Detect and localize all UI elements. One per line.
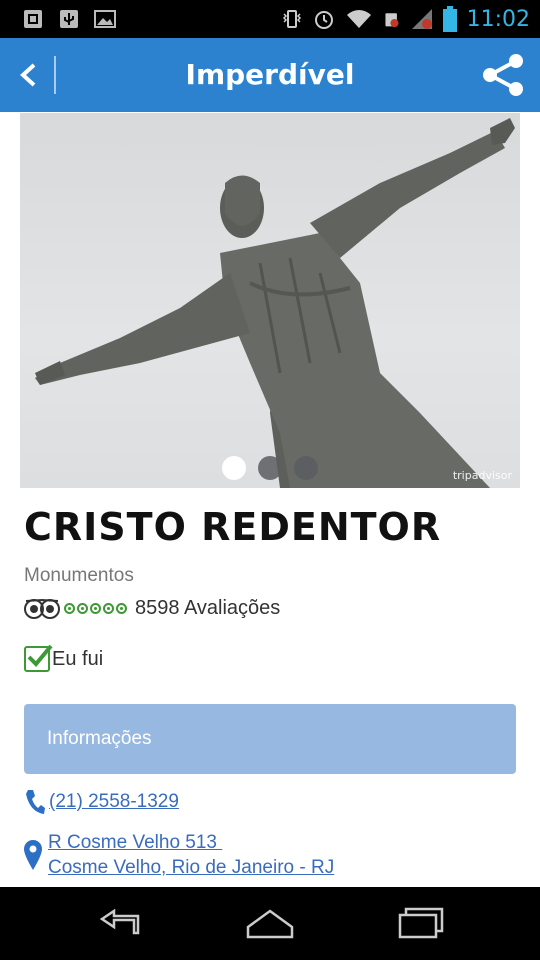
status-bar: 11:02 bbox=[0, 0, 540, 38]
rating-bubble bbox=[103, 602, 114, 614]
alarm-icon bbox=[314, 11, 333, 29]
home-nav-icon[interactable] bbox=[240, 901, 300, 945]
sim-icon bbox=[385, 13, 399, 28]
app-bar: Imperdível bbox=[0, 38, 540, 112]
phone-icon bbox=[26, 790, 45, 814]
rating-bubble bbox=[116, 602, 127, 614]
pager-dot-1[interactable] bbox=[222, 456, 246, 480]
image-icon bbox=[94, 10, 116, 28]
check-icon bbox=[27, 644, 53, 667]
rating-bubble bbox=[77, 602, 88, 614]
image-watermark: tripadvisor bbox=[452, 469, 512, 482]
rating-row[interactable]: 8598 Avaliações bbox=[24, 596, 280, 620]
info-section-label: Informações bbox=[47, 728, 152, 749]
wifi-icon bbox=[346, 10, 371, 28]
usb-icon bbox=[60, 10, 78, 28]
pager-dot-3[interactable] bbox=[294, 456, 318, 480]
phone-link[interactable]: (21) 2558-1329 bbox=[49, 791, 179, 813]
location-pin-icon bbox=[24, 840, 42, 870]
signal-icon bbox=[411, 9, 432, 29]
place-title: CRISTO REDENTOR bbox=[24, 505, 442, 549]
rating-bubbles bbox=[64, 602, 127, 614]
page-title: Imperdível bbox=[185, 58, 355, 91]
phone-row[interactable]: (21) 2558-1329 bbox=[24, 788, 179, 816]
clock: 11:02 bbox=[466, 6, 530, 32]
pager-dot-2[interactable] bbox=[258, 456, 282, 480]
statue-image bbox=[35, 118, 515, 488]
been-there-checkbox[interactable] bbox=[24, 644, 53, 672]
info-section-header[interactable]: Informações bbox=[24, 704, 516, 774]
rating-bubble bbox=[90, 602, 101, 614]
reviews-count: 8598 Avaliações bbox=[135, 596, 281, 619]
rating-bubble bbox=[64, 602, 75, 614]
vibrate-icon bbox=[282, 10, 301, 28]
hero-image[interactable]: tripadvisor bbox=[20, 113, 520, 488]
bbm-icon bbox=[24, 10, 42, 28]
share-icon[interactable] bbox=[480, 52, 526, 98]
address-line-2[interactable]: Cosme Velho, Rio de Janeiro - RJ bbox=[48, 855, 334, 880]
battery-icon bbox=[442, 6, 457, 32]
been-there-label: Eu fui bbox=[52, 647, 104, 670]
image-pager[interactable] bbox=[20, 456, 520, 480]
address-row[interactable]: R Cosme Velho 513 Cosme Velho, Rio de Ja… bbox=[24, 830, 334, 880]
back-nav-icon[interactable] bbox=[92, 901, 152, 945]
navigation-bar bbox=[0, 887, 540, 960]
been-there-row[interactable]: Eu fui bbox=[24, 644, 104, 672]
recents-nav-icon[interactable] bbox=[390, 901, 450, 945]
address-line-1[interactable]: R Cosme Velho 513 bbox=[48, 830, 334, 855]
place-category: Monumentos bbox=[24, 565, 134, 586]
tripadvisor-owl-icon bbox=[24, 598, 60, 619]
